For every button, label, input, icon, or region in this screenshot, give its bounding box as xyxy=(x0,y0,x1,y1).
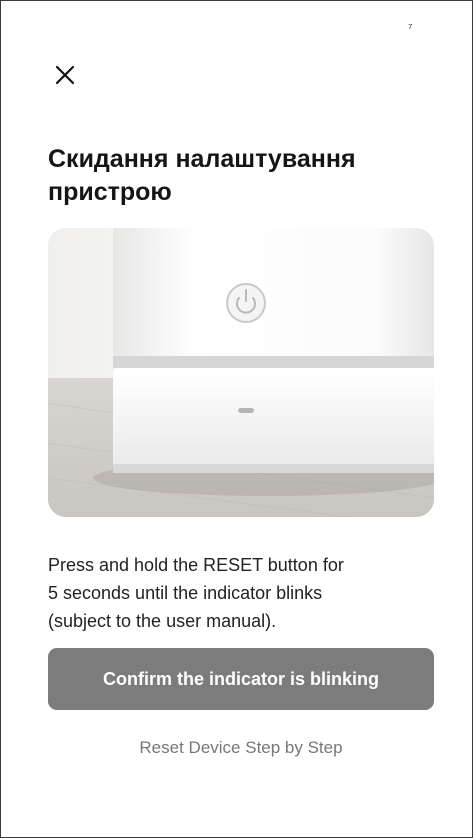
reset-device-screen: ⁷ Скидання налаштування пристрою Press a… xyxy=(0,0,473,838)
device-image xyxy=(48,228,434,517)
instructions-line-3: (subject to the user manual). xyxy=(48,611,277,631)
page-title: Скидання налаштування пристрою xyxy=(48,145,356,206)
confirm-blinking-button[interactable]: Confirm the indicator is blinking xyxy=(48,648,434,710)
status-indicator: ⁷ xyxy=(408,21,413,35)
close-icon[interactable] xyxy=(53,63,77,87)
close-button[interactable] xyxy=(53,63,77,87)
instructions-line-1: Press and hold the RESET button for xyxy=(48,555,344,575)
instructions-text: Press and hold the RESET button for 5 se… xyxy=(48,551,438,635)
device-illustration xyxy=(48,228,434,517)
reset-steps-link[interactable]: Reset Device Step by Step xyxy=(48,738,434,758)
instructions-line-2: 5 seconds until the indicator blinks xyxy=(48,583,323,603)
